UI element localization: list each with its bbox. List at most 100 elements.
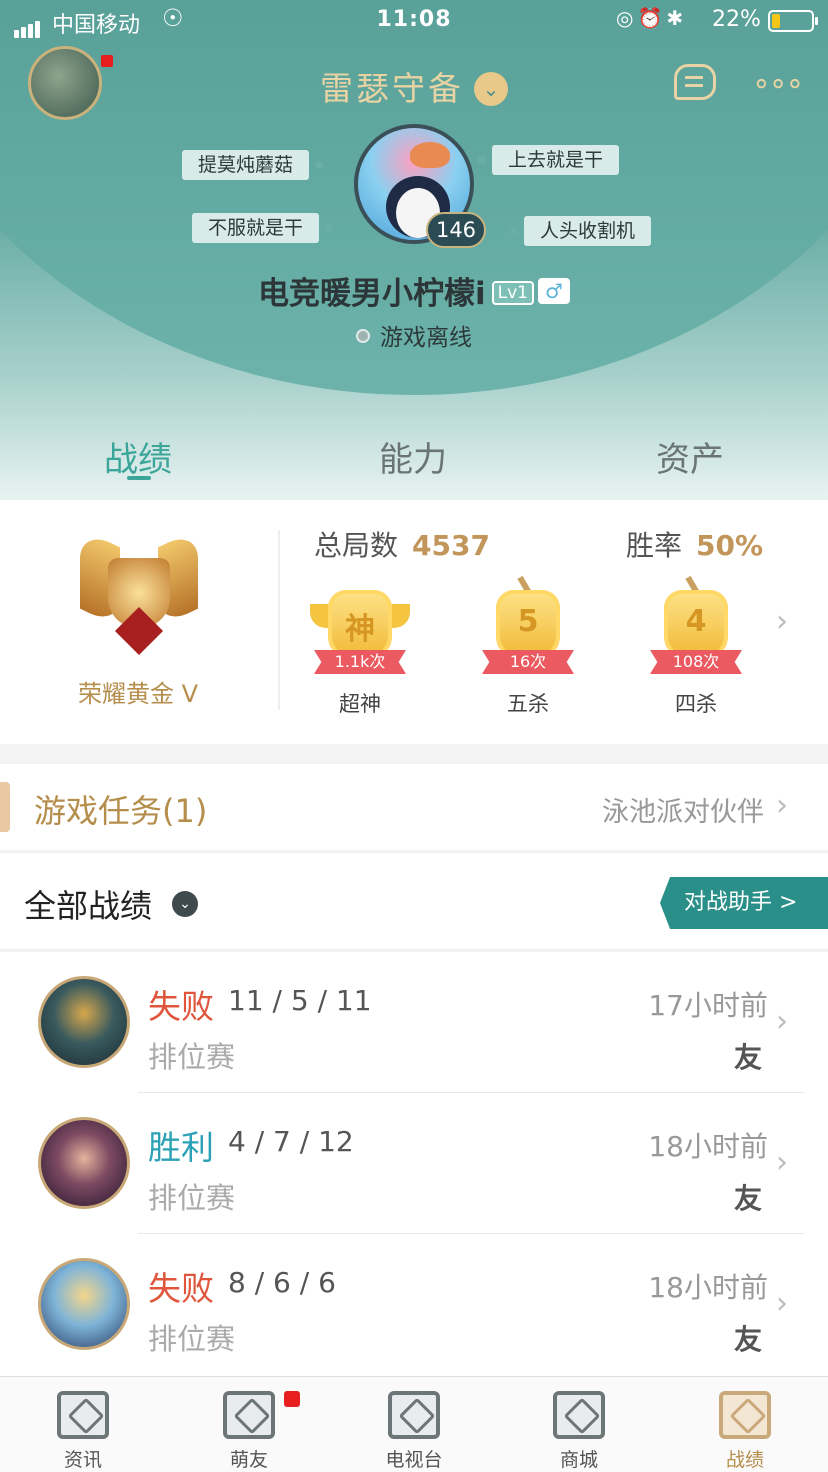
match-row[interactable]: 失败 8 / 6 / 6 排位赛 18小时前 友 › [0,1234,828,1375]
accent-bar [0,782,10,832]
clock: 11:08 [376,7,452,32]
match-kda: 4 / 7 / 12 [228,1125,354,1158]
tab-underline [127,476,151,480]
task-title: 游戏任务(1) [34,792,208,830]
medal-label: 超神 [339,692,381,716]
more-icon[interactable]: ∘∘∘ [752,66,804,101]
medal-count: 108次 [650,650,742,674]
player-tag: 人头收割机 [509,216,652,246]
player-nickname: 电竞暖男小柠檬i Lv1 ♂ [0,268,828,313]
player-tag: 上去就是干 [477,145,620,175]
tv-icon [388,1391,440,1439]
match-list: 失败 11 / 5 / 11 排位赛 17小时前 友 › 胜利 4 / 7 / … [0,952,828,1376]
match-type: 排位赛 [148,1181,236,1215]
task-subtitle: 泳池派对伙伴 [602,797,764,828]
player-tag: 提莫炖蘑菇 [182,150,324,180]
profile-header: 中国移动 ☉ 11:08 ◎⏰✱ 22% 雷瑟守备 ⌄ ∘∘∘ 提莫炖蘑菇 不服就… [0,0,828,500]
chevron-down-icon[interactable]: ⌄ [172,891,198,917]
chevron-right-icon[interactable]: › [776,604,788,639]
match-result: 胜利 [148,1128,214,1167]
online-status-text: 游戏离线 [380,325,472,351]
match-time: 18小时前 [648,1130,768,1163]
level-badge: 146 [426,212,486,248]
medal-penta-kill: 5 16次 五杀 [478,575,578,722]
chevron-right-icon: › [776,1145,788,1180]
game-task-row[interactable]: 游戏任务(1) 泳池派对伙伴 › [0,764,828,850]
nav-friends[interactable]: 萌友 [166,1377,332,1472]
gender-male-icon: ♂ [538,278,570,304]
total-label: 总局数 [314,529,399,562]
match-kda: 8 / 6 / 6 [228,1266,336,1299]
match-type: 排位赛 [148,1040,236,1074]
player-tag: 不服就是干 [192,213,334,243]
rank-badge-icon [80,528,198,656]
friend-badge: 友 [734,1041,763,1074]
battery-percent: 22% [712,7,761,32]
medal-legendary: 神 1.1k次 超神 [310,582,410,722]
medal-glyph: 神 [345,612,375,647]
nav-news[interactable]: 资讯 [0,1377,166,1472]
nav-shop[interactable]: 商城 [496,1377,662,1472]
message-icon[interactable] [674,64,716,100]
chevron-right-icon: › [776,788,788,823]
match-time: 18小时前 [648,1271,768,1304]
stats-panel[interactable]: 荣耀黄金 V 总局数 4537 胜率 50% 神 1.1k次 超神 5 16次 五杀… [0,500,828,744]
nickname-text: 电竞暖男小柠檬i [258,276,486,312]
medal-label: 四杀 [675,692,717,716]
tab-record[interactable]: 战绩 [38,432,238,481]
chevron-right-icon: › [776,1286,788,1321]
match-time: 17小时前 [648,989,768,1022]
nav-tv[interactable]: 电视台 [331,1377,497,1472]
records-filter-label[interactable]: 全部战绩 [24,881,152,927]
tab-assets[interactable]: 资产 [590,432,790,481]
friends-chat-icon [223,1391,275,1439]
rank-name: 荣耀黄金 V [77,680,199,708]
medal-count: 16次 [482,650,574,674]
champion-avatar [38,976,130,1068]
nav-label: 战绩 [725,1449,764,1471]
tab-ability[interactable]: 能力 [313,432,513,481]
win-rate: 胜率 50% [626,524,763,564]
records-header: 全部战绩 ⌄ 对战助手 > [0,852,828,950]
status-bar: 中国移动 ☉ 11:08 ◎⏰✱ 22% [0,0,828,42]
quadra-kill-medal-icon: 4 [664,590,728,660]
records-icon [719,1391,771,1439]
winrate-value: 50% [696,529,764,562]
alarm-bluetooth-icons: ◎⏰✱ [616,6,688,30]
divider [278,530,280,710]
match-row[interactable]: 失败 11 / 5 / 11 排位赛 17小时前 友 › [0,952,828,1093]
nav-records[interactable]: 战绩 [662,1377,828,1472]
medal-glyph: 4 [685,604,707,639]
legendary-medal-icon: 神 [328,590,392,660]
nav-label: 电视台 [385,1449,443,1471]
status-dot-icon [356,329,370,343]
penta-kill-medal-icon: 5 [496,590,560,660]
profile-tabs: 战绩 能力 资产 [0,424,828,500]
server-name: 雷瑟守备 [320,69,464,108]
battery-icon [768,10,818,32]
champion-avatar [38,1258,130,1350]
battle-assistant-button[interactable]: 对战助手 > [660,877,828,929]
online-status: 游戏离线 [0,318,828,352]
match-type: 排位赛 [148,1322,236,1356]
nav-label: 萌友 [229,1449,268,1471]
nav-label: 资讯 [63,1449,102,1471]
match-row[interactable]: 胜利 4 / 7 / 12 排位赛 18小时前 友 › [0,1093,828,1234]
medal-glyph: 5 [517,604,539,639]
total-games: 总局数 4537 [314,524,490,564]
bottom-nav: 资讯 萌友 电视台 商城 战绩 [0,1376,828,1472]
medal-quadra-kill: 4 108次 四杀 [646,575,746,722]
lv-badge: Lv1 [491,281,534,305]
winrate-label: 胜率 [626,529,683,562]
shop-icon [553,1391,605,1439]
match-result: 失败 [148,987,214,1026]
nav-label: 商城 [559,1449,598,1471]
notification-dot [284,1391,300,1407]
friend-badge: 友 [734,1323,763,1356]
champion-avatar [38,1117,130,1209]
news-icon [57,1391,109,1439]
match-kda: 11 / 5 / 11 [228,984,372,1017]
total-value: 4537 [412,529,490,562]
medal-count: 1.1k次 [314,650,406,674]
medal-label: 五杀 [507,692,549,716]
